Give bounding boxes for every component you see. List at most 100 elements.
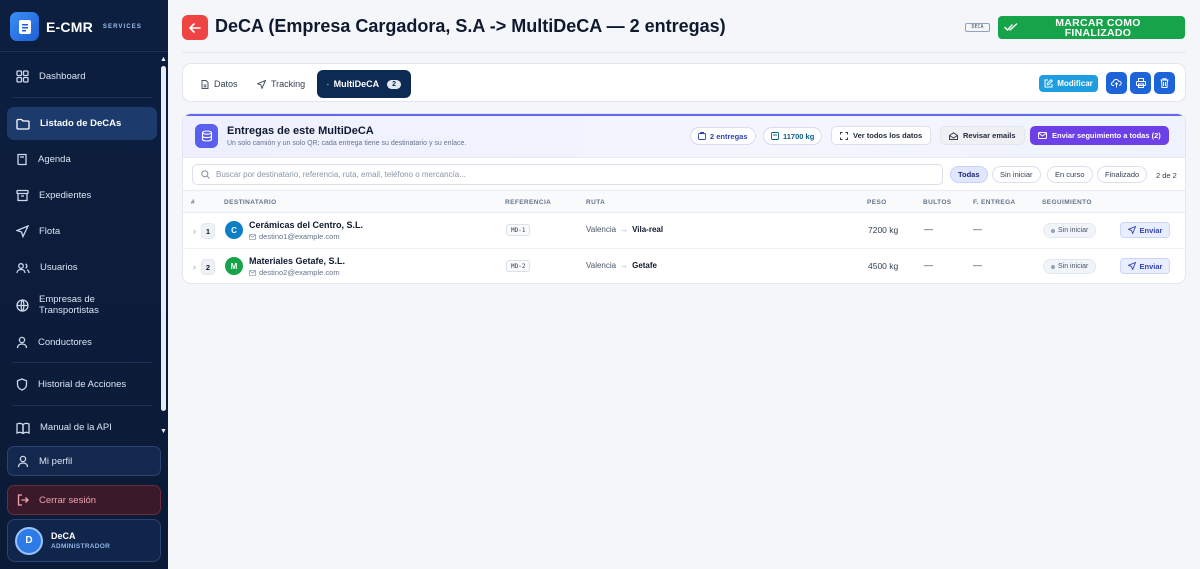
tab-tracking[interactable]: Tracking	[247, 70, 315, 98]
send-label: Enviar	[1139, 261, 1163, 271]
weight: 4500 kg	[868, 261, 899, 271]
profile-button[interactable]: Mi perfil	[7, 446, 161, 476]
sidebar-item-flota[interactable]: Flota	[7, 215, 157, 248]
send-icon	[1127, 226, 1136, 234]
arrow-right-icon: →	[620, 225, 629, 234]
sidebar-item-empresas-transportistas[interactable]: Empresas de Transportistas	[7, 287, 157, 323]
upload-button[interactable]	[1106, 72, 1127, 94]
status-dot	[1051, 264, 1055, 269]
sidebar-item-expedientes[interactable]: Expedientes	[7, 179, 157, 212]
package-icon	[698, 132, 706, 140]
modify-button[interactable]: Modificar	[1039, 75, 1098, 92]
tab-label: Datos	[214, 79, 238, 89]
mail-icon	[1038, 132, 1047, 139]
logout-button[interactable]: Cerrar sesión	[7, 485, 161, 515]
review-emails-button[interactable]: Revisar emails	[940, 126, 1025, 145]
arrow-right-icon: →	[620, 261, 629, 270]
sidebar-item-dashboard[interactable]: Dashboard	[7, 60, 157, 93]
sidebar-item-manual-api[interactable]: Manual de la API	[7, 411, 157, 444]
filter-sin-iniciar[interactable]: Sin iniciar	[992, 166, 1041, 183]
route-from: Valencia	[586, 225, 617, 234]
status-label: Sin iniciar	[1058, 263, 1089, 270]
file-icon	[201, 79, 209, 89]
status-dot	[1051, 228, 1055, 233]
send-all-label: Enviar seguimiento a todas (2)	[1052, 131, 1161, 140]
column-header: REFERENCIA	[505, 199, 552, 206]
packages: —	[924, 260, 933, 270]
grid-icon	[16, 70, 29, 83]
tab-label: Tracking	[271, 79, 306, 89]
expand-icon	[840, 131, 848, 140]
sidebar-item-usuarios[interactable]: Usuarios	[7, 251, 157, 284]
table-row[interactable]: › 1 C Cerámicas del Centro, S.L. destino…	[183, 213, 1185, 249]
layers-icon	[195, 124, 218, 148]
route-from: Valencia	[586, 261, 617, 270]
filter-finalizado[interactable]: Finalizado	[1097, 166, 1148, 183]
mail-icon	[249, 233, 256, 240]
column-header: BULTOS	[923, 199, 952, 206]
tab-datos[interactable]: Datos	[191, 70, 248, 98]
status-badge: Sin iniciar	[1043, 223, 1097, 238]
navigation-icon	[16, 225, 29, 238]
logout-icon	[17, 494, 29, 506]
print-button[interactable]	[1130, 72, 1151, 94]
layers-icon	[327, 83, 329, 85]
send-label: Enviar	[1139, 225, 1163, 235]
send-button[interactable]: Enviar	[1120, 222, 1170, 238]
route: Valencia → Getafe	[586, 261, 657, 270]
scroll-down-arrow[interactable]: ▼	[160, 428, 167, 435]
tab-multideca[interactable]: MultiDeCA 2	[317, 70, 411, 98]
sidebar-item-label: Conductores	[38, 337, 92, 348]
recipient-name: Materiales Getafe, S.L.	[249, 256, 346, 266]
status-badge: Sin iniciar	[1043, 259, 1097, 274]
search-input[interactable]: Buscar por destinatario, referencia, rut…	[192, 164, 943, 185]
expand-chevron-icon[interactable]: ›	[193, 226, 196, 236]
mark-finished-label: MARCAR COMO FINALIZADO	[1055, 16, 1141, 39]
route-to: Vila-real	[632, 225, 664, 234]
mail-icon	[249, 269, 256, 276]
profile-label: Mi perfil	[39, 455, 73, 467]
document-icon	[10, 12, 39, 41]
recipient-email: destino2@example.com	[249, 268, 340, 277]
tabs-bar: Datos Tracking MultiDeCA 2 Modificar	[182, 63, 1186, 102]
row-number: 1	[201, 223, 215, 239]
sidebar-item-label: Empresas de Transportistas	[39, 294, 99, 316]
weight: 7200 kg	[868, 225, 899, 235]
open-book-icon	[16, 422, 30, 434]
total-weight: 11700 kg	[783, 131, 815, 141]
send-button[interactable]: Enviar	[1120, 258, 1170, 274]
result-count: 2 de 2	[1156, 171, 1177, 180]
deca-tag: DECA	[965, 23, 990, 32]
column-header: #	[191, 199, 196, 206]
user-card[interactable]: D DeCA ADMINISTRADOR	[7, 519, 161, 562]
expand-chevron-icon[interactable]: ›	[193, 262, 196, 272]
delete-button[interactable]	[1154, 72, 1175, 94]
search-placeholder: Buscar por destinatario, referencia, rut…	[216, 170, 466, 179]
scrollbar-thumb[interactable]	[161, 66, 166, 411]
scale-icon	[771, 132, 779, 140]
sidebar-item-listado-decas[interactable]: Listado de DeCAs	[7, 107, 157, 140]
view-all-button[interactable]: Ver todos los datos	[831, 126, 932, 145]
sidebar: E-CMR SERVICES ▲ ▼ Dashboard Listado de …	[0, 0, 168, 569]
mark-finished-button[interactable]: MARCAR COMO FINALIZADO	[998, 16, 1185, 39]
app-logo[interactable]: E-CMR SERVICES	[10, 12, 142, 41]
table-row[interactable]: › 2 M Materiales Getafe, S.L. destino2@e…	[183, 249, 1185, 283]
recipient-email-text: destino1@example.com	[259, 232, 340, 241]
column-header: DESTINATARIO	[224, 199, 277, 206]
packages: —	[924, 224, 933, 234]
filter-en-curso[interactable]: En curso	[1047, 166, 1093, 183]
send-icon	[1127, 262, 1136, 270]
send-all-button[interactable]: Enviar seguimiento a todas (2)	[1030, 126, 1169, 145]
filter-bar: Buscar por destinatario, referencia, rut…	[183, 157, 1185, 191]
shield-icon	[16, 378, 28, 391]
recipient-email-text: destino2@example.com	[259, 268, 340, 277]
folder-icon	[16, 118, 30, 130]
book-icon	[17, 153, 27, 166]
sidebar-item-agenda[interactable]: Agenda	[7, 143, 157, 176]
filter-todas[interactable]: Todas	[950, 166, 988, 183]
sidebar-item-conductores[interactable]: Conductores	[7, 326, 157, 359]
sidebar-item-historial[interactable]: Historial de Acciones	[7, 368, 157, 401]
scroll-up-arrow[interactable]: ▲	[160, 56, 167, 63]
back-button[interactable]	[182, 15, 208, 40]
user-icon	[16, 336, 28, 349]
